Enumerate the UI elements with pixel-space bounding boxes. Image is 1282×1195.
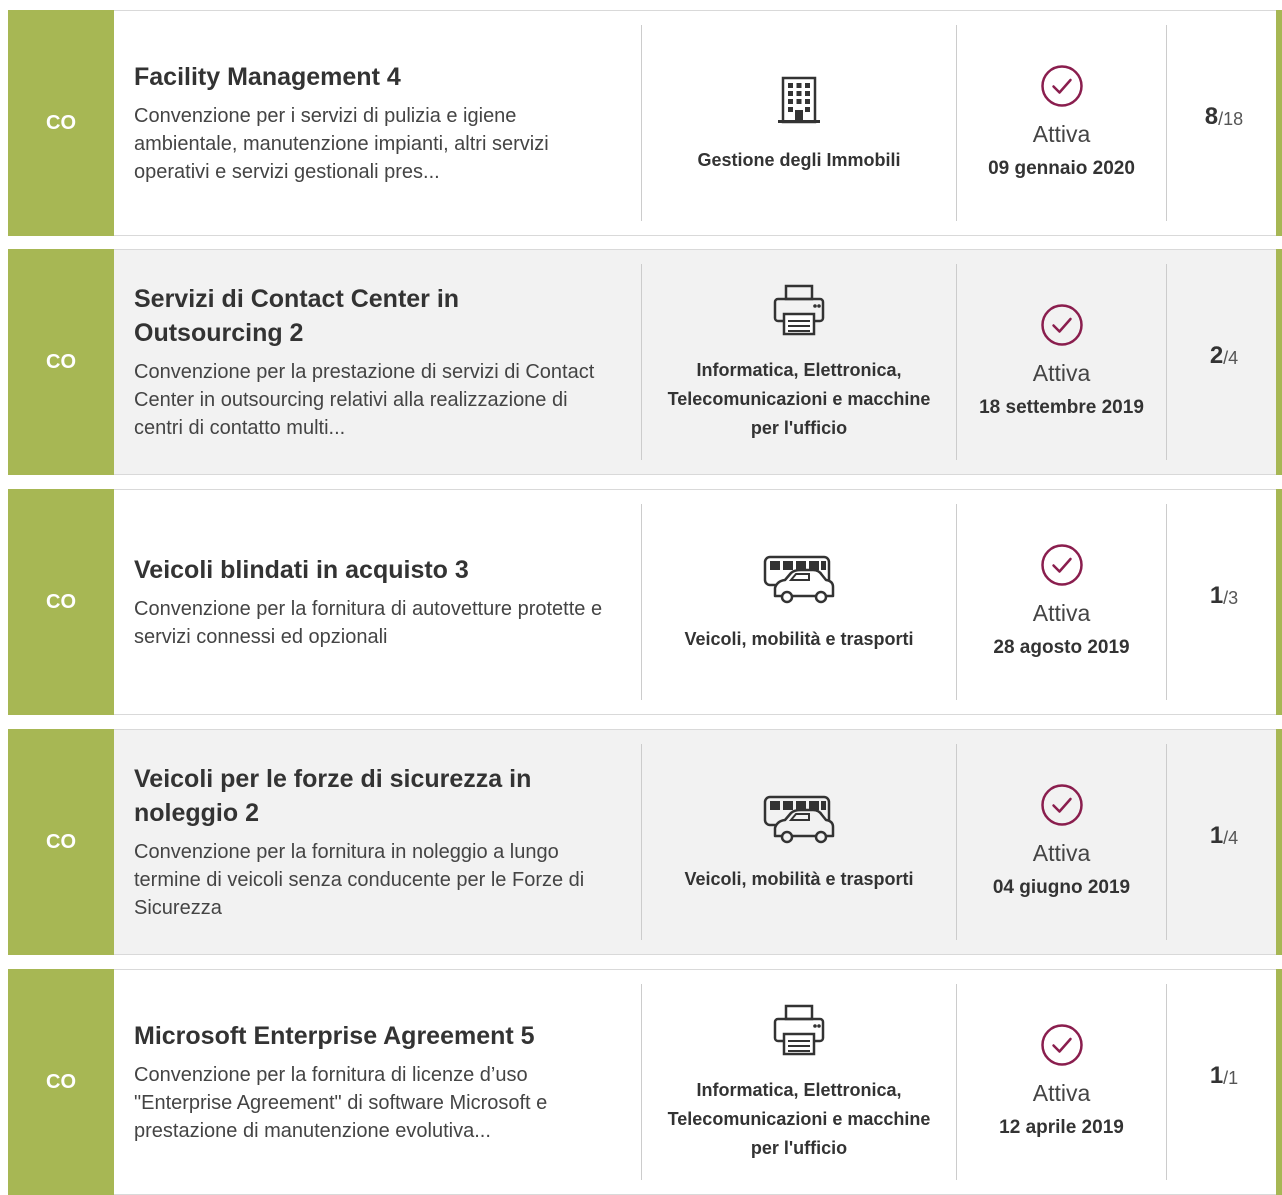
- lots-count: 1/3: [1167, 490, 1281, 714]
- status-date: 09 gennaio 2020: [988, 158, 1135, 179]
- item-title[interactable]: Veicoli blindati in acquisto 3: [134, 553, 611, 587]
- type-badge: CO: [8, 969, 114, 1195]
- item-description: Convenzione per la fornitura di licenze …: [134, 1064, 548, 1142]
- count-total: /3: [1223, 588, 1239, 608]
- list-item[interactable]: CO Servizi di Contact Center in Outsourc…: [8, 249, 1282, 475]
- item-category: Informatica, Elettronica, Telecomunicazi…: [642, 970, 956, 1194]
- vehicles-icon: [761, 551, 837, 607]
- item-info: Facility Management 4 Convenzione per i …: [114, 11, 641, 235]
- item-status: Attiva 12 aprile 2019: [957, 970, 1166, 1194]
- building-icon: [777, 72, 821, 128]
- list-item[interactable]: CO Veicoli per le forze di sicurezza in …: [8, 729, 1282, 955]
- count-total: /4: [1223, 348, 1239, 368]
- category-label: Veicoli, mobilità e trasporti: [684, 628, 914, 649]
- count-active: 2: [1209, 342, 1224, 369]
- category-label: Informatica, Elettronica, Telecomunicazi…: [667, 1079, 931, 1158]
- check-circle-icon: [1040, 1024, 1083, 1066]
- check-circle-icon: [1040, 65, 1083, 107]
- item-info: Veicoli blindati in acquisto 3 Convenzio…: [114, 490, 641, 714]
- lots-count: 2/4: [1167, 250, 1281, 474]
- item-info: Microsoft Enterprise Agreement 5 Convenz…: [114, 970, 641, 1194]
- item-status: Attiva 04 giugno 2019: [957, 730, 1166, 954]
- status-date: 18 settembre 2019: [979, 397, 1144, 418]
- type-badge: CO: [8, 10, 114, 236]
- item-category: Veicoli, mobilità e trasporti: [642, 490, 956, 714]
- category-label: Gestione degli Immobili: [697, 149, 901, 170]
- item-status: Attiva 18 settembre 2019: [957, 250, 1166, 474]
- check-circle-icon: [1040, 544, 1083, 586]
- status-label: Attiva: [1032, 121, 1091, 147]
- item-description: Convenzione per la fornitura in noleggio…: [134, 841, 585, 919]
- item-title[interactable]: Veicoli per le forze di sicurezza in nol…: [134, 762, 611, 830]
- status-label: Attiva: [1032, 840, 1091, 866]
- item-description: Convenzione per la fornitura di autovett…: [134, 598, 603, 648]
- item-category: Informatica, Elettronica, Telecomunicazi…: [642, 250, 956, 474]
- list-item[interactable]: CO Veicoli blindati in acquisto 3 Conven…: [8, 489, 1282, 715]
- item-status: Attiva 09 gennaio 2020: [957, 11, 1166, 235]
- count-active: 1: [1209, 582, 1224, 609]
- printer-icon: [772, 282, 826, 338]
- type-badge: CO: [8, 729, 114, 955]
- status-date: 04 giugno 2019: [992, 877, 1131, 898]
- item-info: Servizi di Contact Center in Outsourcing…: [114, 250, 641, 474]
- item-status: Attiva 28 agosto 2019: [957, 490, 1166, 714]
- check-circle-icon: [1040, 784, 1083, 826]
- category-label: Informatica, Elettronica, Telecomunicazi…: [667, 359, 931, 438]
- item-category: Veicoli, mobilità e trasporti: [642, 730, 956, 954]
- item-title[interactable]: Facility Management 4: [134, 60, 611, 94]
- check-circle-icon: [1040, 304, 1083, 346]
- count-active: 1: [1209, 1062, 1224, 1089]
- type-badge: CO: [8, 489, 114, 715]
- item-title[interactable]: Servizi di Contact Center in Outsourcing…: [134, 282, 611, 350]
- category-label: Veicoli, mobilità e trasporti: [684, 868, 914, 889]
- item-title[interactable]: Microsoft Enterprise Agreement 5: [134, 1019, 611, 1053]
- item-info: Veicoli per le forze di sicurezza in nol…: [114, 730, 641, 954]
- item-category: Gestione degli Immobili: [642, 11, 956, 235]
- count-total: /18: [1218, 109, 1244, 129]
- list-item[interactable]: CO Facility Management 4 Convenzione per…: [8, 10, 1282, 236]
- status-label: Attiva: [1032, 600, 1091, 626]
- count-active: 1: [1209, 822, 1224, 849]
- count-total: /4: [1223, 828, 1239, 848]
- status-label: Attiva: [1032, 360, 1091, 386]
- type-badge: CO: [8, 249, 114, 475]
- lots-count: 1/1: [1167, 970, 1281, 1194]
- item-description: Convenzione per i servizi di pulizia e i…: [134, 105, 549, 183]
- lots-count: 8/18: [1167, 11, 1281, 235]
- lots-count: 1/4: [1167, 730, 1281, 954]
- status-date: 28 agosto 2019: [993, 637, 1130, 658]
- status-date: 12 aprile 2019: [999, 1117, 1124, 1138]
- count-active: 8: [1204, 103, 1219, 130]
- status-label: Attiva: [1032, 1080, 1091, 1106]
- count-total: /1: [1223, 1068, 1239, 1088]
- vehicles-icon: [761, 791, 837, 847]
- item-description: Convenzione per la prestazione di serviz…: [134, 361, 595, 439]
- list-item[interactable]: CO Microsoft Enterprise Agreement 5 Conv…: [8, 969, 1282, 1195]
- printer-icon: [772, 1002, 826, 1058]
